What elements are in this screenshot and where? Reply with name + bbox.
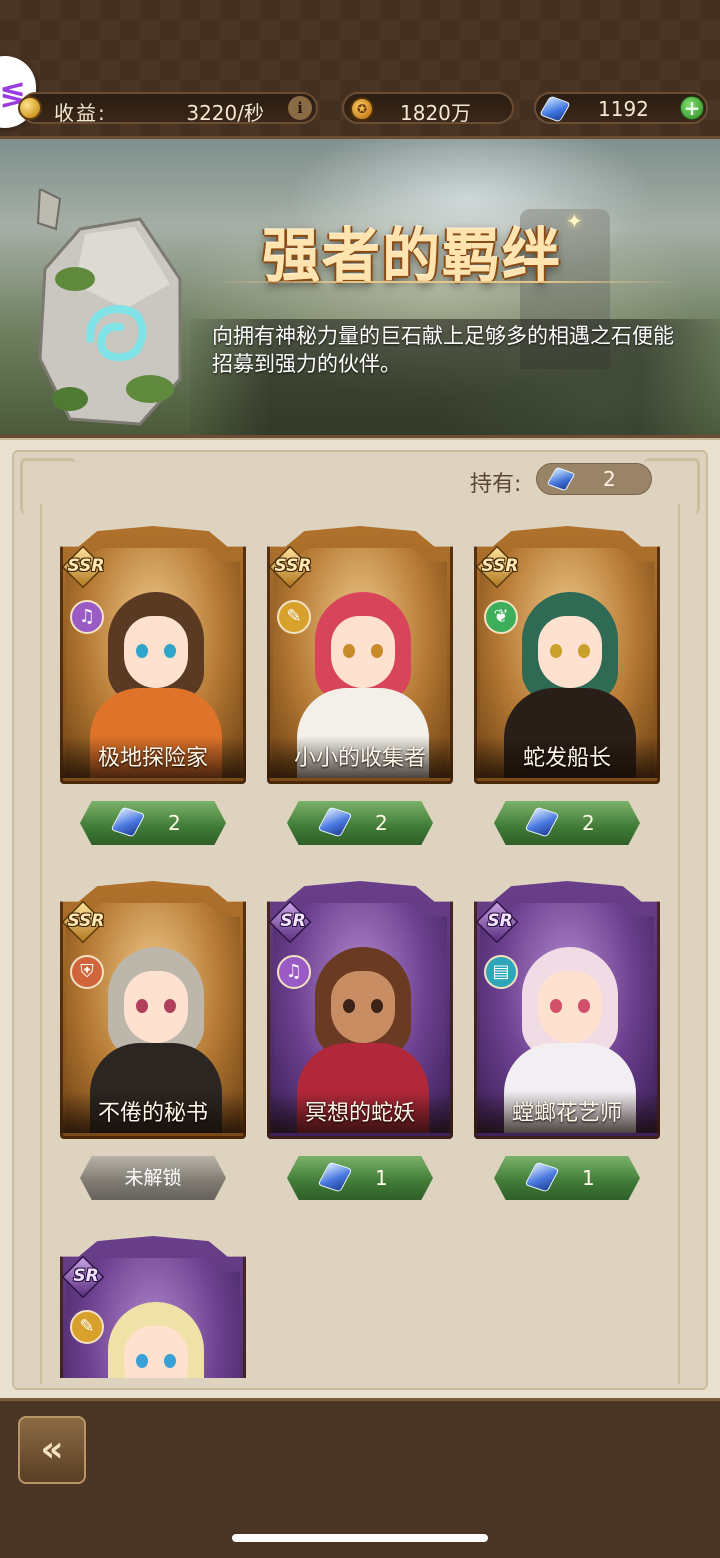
locked-button[interactable]: 未解锁 [80,1156,226,1200]
hero-name: 极地探险家 [60,736,246,778]
broom-icon: ✎ [277,600,311,634]
gold-value: 1820万 [400,101,471,125]
rarity-label: SSR [67,911,105,931]
gem-display: 1192 + [534,92,708,124]
rarity-label: SR [280,911,306,931]
recruit-cost: 2 [582,811,595,835]
banner: 强者的羁绊 ✦ 向拥有神秘力量的巨石献上足够多的相遇之石便能招募到强力的伙伴。 [0,136,720,438]
recruit-button[interactable]: 2 [287,801,433,845]
encounter-stone-icon [317,806,353,838]
title-underline [212,281,682,283]
card-clip: SR ✎ [60,1236,246,1378]
recruit-cost: 2 [375,811,388,835]
encounter-stone-icon [110,806,146,838]
income-display: 收益: 3220/秒 i [18,92,318,125]
hero-card[interactable]: SSR ✎ 小小的收集者 [267,526,453,784]
recruit-cost: 1 [375,1166,388,1190]
shield-icon: ⛨ [70,955,104,989]
holding-display: 2 [536,463,652,495]
gold-display: ✪ 1820万 [342,92,514,125]
gem-icon [539,95,571,123]
coin-stack-icon [18,96,42,120]
banner-description: 向拥有神秘力量的巨石献上足够多的相遇之石便能招募到强力的伙伴。 [212,324,674,376]
rune-stone-image [36,189,182,426]
book-icon: ▤ [484,955,518,989]
rarity-label: SR [73,1266,99,1286]
wing-icon: ❦ [484,600,518,634]
hero-card[interactable]: SR ♫ 冥想的蛇妖 [267,881,453,1139]
back-arrow-icon: « [40,1429,64,1470]
recruit-button[interactable]: 2 [80,801,226,845]
hero-card[interactable]: SR ▤ 螳螂花艺师 [474,881,660,1139]
gem-value: 1192 [598,97,649,121]
holding-value: 2 [603,467,616,491]
encounter-stone-icon [546,466,576,492]
hero-name: 不倦的秘书 [60,1091,246,1133]
hero-card[interactable]: SSR ❦ 蛇发船长 [474,526,660,784]
hero-name: 蛇发船长 [474,736,660,778]
add-gem-button[interactable]: + [680,96,704,120]
holding-label: 持有: [470,472,522,497]
hero-name: 小小的收集者 [267,736,453,778]
hero-card[interactable]: SSR ⛨ 不倦的秘书 [60,881,246,1139]
encounter-stone-icon [524,806,560,838]
recruit-cost: 1 [582,1166,595,1190]
recruit-button[interactable]: 1 [494,1156,640,1200]
back-button[interactable]: « [18,1416,86,1484]
resource-bar: 收益: 3220/秒 i ✪ 1820万 1192 + [0,84,720,132]
recruit-cost: 2 [168,811,181,835]
recruit-button[interactable]: 1 [287,1156,433,1200]
hero-card[interactable]: SSR ♫ 极地探险家 [60,526,246,784]
rarity-label: SSR [67,556,105,576]
recruit-button[interactable]: 2 [494,801,640,845]
income-value: 3220/秒 [186,101,264,125]
sparkle-icon: ✦ [566,209,583,233]
harp-icon: ♫ [277,955,311,989]
rarity-label: SSR [274,556,312,576]
info-icon[interactable]: i [288,96,312,120]
hero-card[interactable]: SR ✎ [60,1236,246,1378]
income-label: 收益: [54,101,107,125]
gold-coin-icon: ✪ [350,97,374,121]
home-indicator[interactable] [232,1534,488,1542]
encounter-stone-icon [317,1161,353,1193]
rarity-label: SSR [481,556,519,576]
rarity-label: SR [487,911,513,931]
harp-icon: ♫ [70,600,104,634]
hero-name: 螳螂花艺师 [474,1091,660,1133]
encounter-stone-icon [524,1161,560,1193]
hero-name: 冥想的蛇妖 [267,1091,453,1133]
broom-icon: ✎ [70,1310,104,1344]
